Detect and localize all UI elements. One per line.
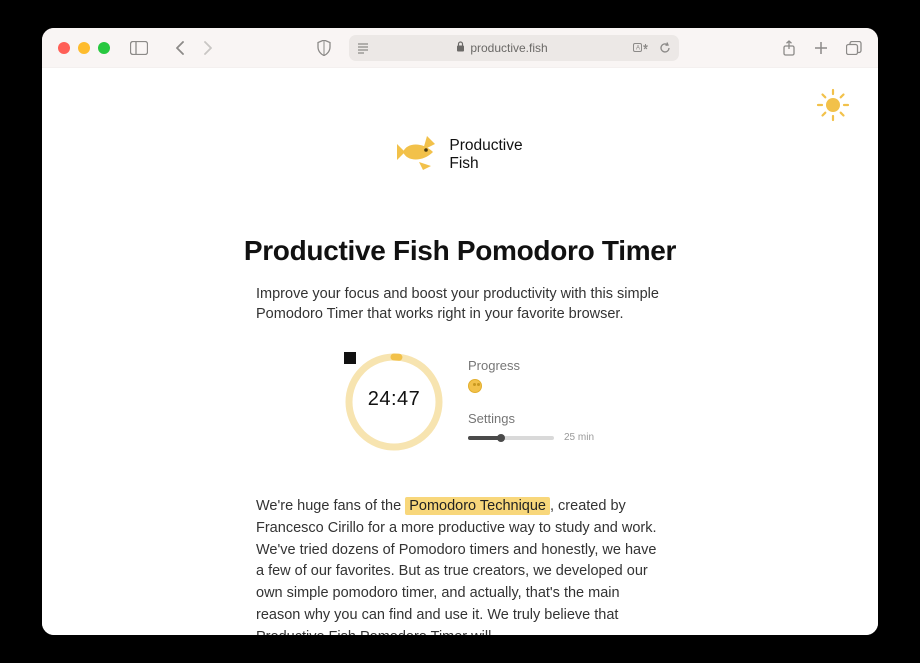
timer-display: 24:47 xyxy=(368,388,421,411)
browser-window: productive.fish A xyxy=(42,28,878,635)
page-title: Productive Fish Pomodoro Timer xyxy=(42,235,878,267)
body-rest: , created by Francesco Cirillo for a mor… xyxy=(256,498,657,635)
fullscreen-window-button[interactable] xyxy=(98,42,110,54)
timer-side-panel: Progress Settings 25 min xyxy=(468,352,594,452)
close-window-button[interactable] xyxy=(58,42,70,54)
url-text: productive.fish xyxy=(470,41,547,55)
timer-panel: 24:47 Progress Settings xyxy=(344,352,878,452)
window-controls xyxy=(58,42,110,54)
titlebar: productive.fish A xyxy=(42,28,878,68)
fish-logo-icon xyxy=(397,130,439,179)
duration-slider[interactable] xyxy=(468,436,554,440)
toolbar-right xyxy=(782,40,862,56)
settings-label: Settings xyxy=(468,411,594,426)
minimize-window-button[interactable] xyxy=(78,42,90,54)
share-icon[interactable] xyxy=(782,40,796,56)
progress-label: Progress xyxy=(468,358,594,373)
body-prefix: We're huge fans of the xyxy=(256,498,405,514)
nav-forward-button[interactable] xyxy=(202,41,214,55)
lock-icon xyxy=(456,41,465,55)
logo-text: Productive Fish xyxy=(449,137,522,171)
logo-line2: Fish xyxy=(449,155,522,172)
privacy-shield-icon[interactable] xyxy=(317,40,331,56)
url-display: productive.fish xyxy=(377,41,627,55)
reader-mode-icon[interactable] xyxy=(357,42,369,54)
sidebar-toggle-icon[interactable] xyxy=(130,41,148,55)
page-content: Productive Fish Productive Fish Pomodoro… xyxy=(42,68,878,635)
timer-ring: 24:47 xyxy=(344,352,444,452)
body-paragraph: We're huge fans of the Pomodoro Techniqu… xyxy=(256,496,666,635)
tab-overview-icon[interactable] xyxy=(846,41,862,55)
page-subheading: Improve your focus and boost your produc… xyxy=(256,285,666,324)
nav-back-button[interactable] xyxy=(174,41,186,55)
translate-icon[interactable]: A xyxy=(633,42,649,54)
progress-indicator xyxy=(468,379,482,393)
logo-line1: Productive xyxy=(449,137,522,154)
theme-toggle-sun-icon[interactable] xyxy=(816,88,850,127)
address-bar[interactable]: productive.fish A xyxy=(349,35,679,61)
site-logo[interactable]: Productive Fish xyxy=(42,130,878,179)
new-tab-icon[interactable] xyxy=(814,41,828,55)
duration-value: 25 min xyxy=(564,432,594,443)
refresh-icon[interactable] xyxy=(659,42,671,54)
svg-text:A: A xyxy=(636,45,640,51)
pomodoro-technique-link[interactable]: Pomodoro Technique xyxy=(405,497,550,515)
